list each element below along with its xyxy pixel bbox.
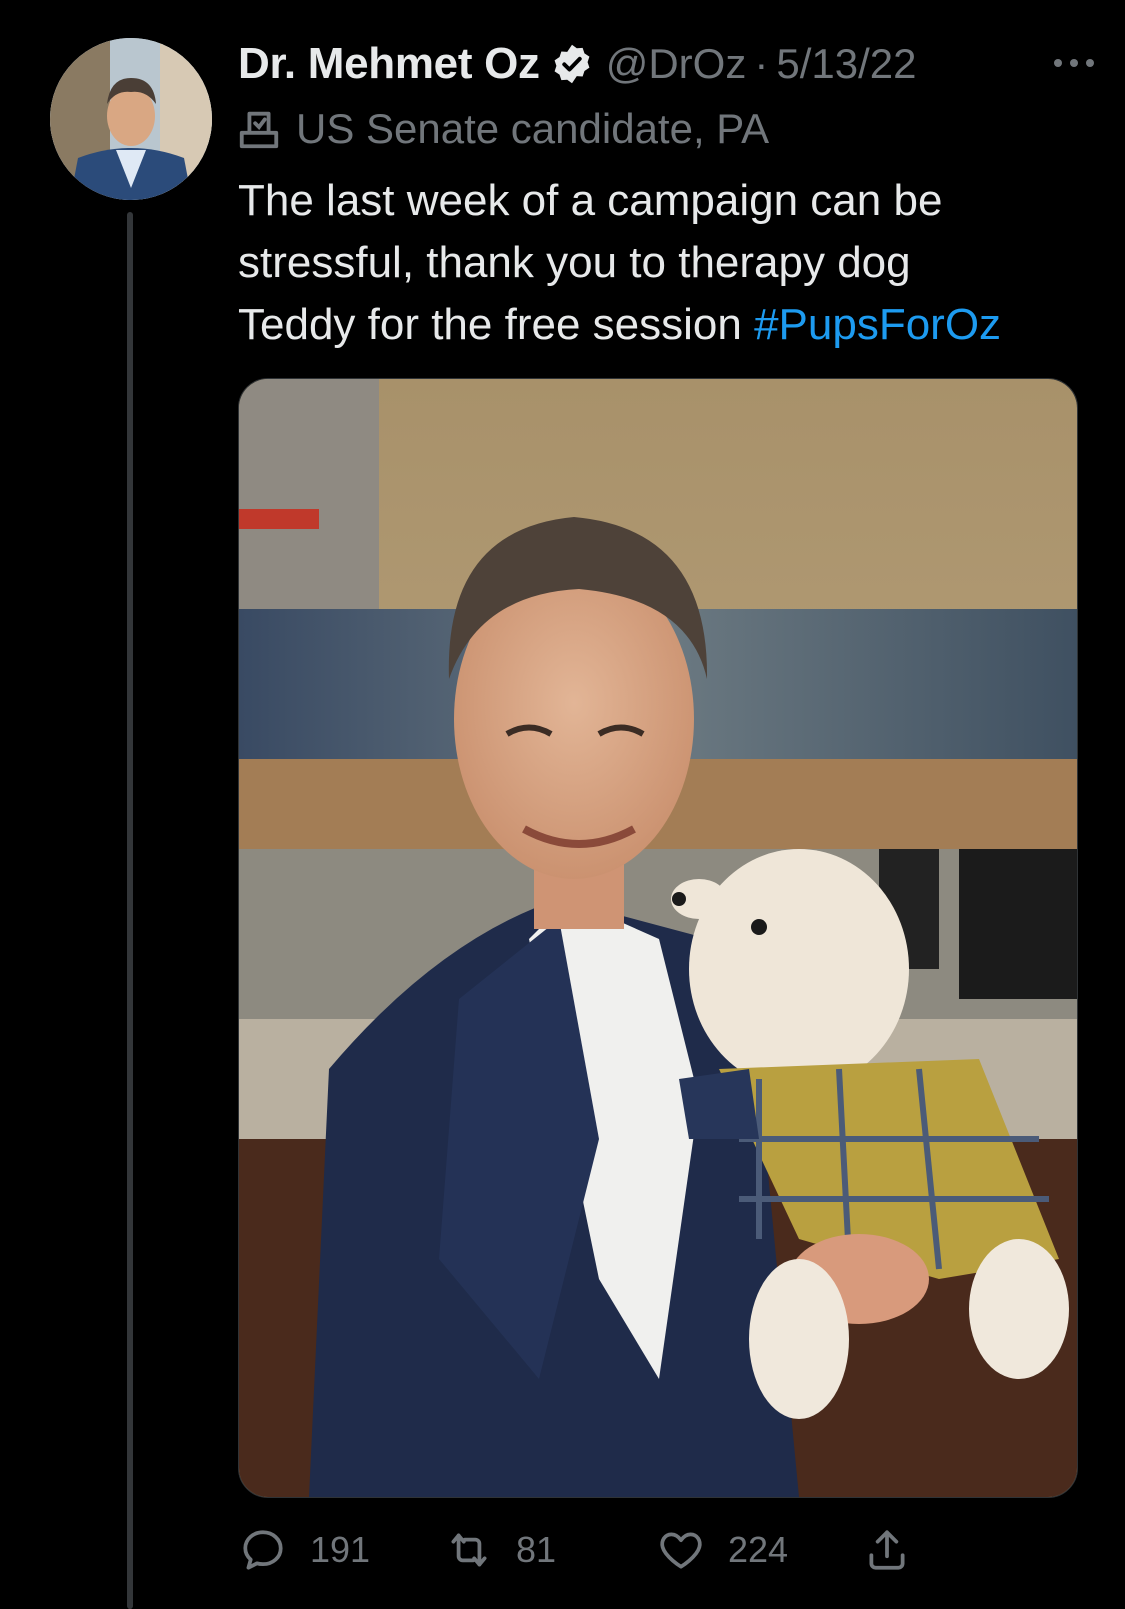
like-button[interactable]: 224	[656, 1520, 788, 1580]
avatar-photo	[50, 38, 212, 200]
tweet-text-line-3-plain: Teddy for the free session	[238, 300, 755, 349]
author-display-name[interactable]: Dr. Mehmet Oz	[238, 39, 540, 89]
candidate-label-text: US Senate candidate, PA	[296, 105, 770, 152]
verified-badge-icon	[550, 42, 594, 86]
avatar[interactable]	[50, 38, 212, 200]
tweet-text-line-2: stressful, thank you to therapy dog	[238, 238, 911, 287]
tweet-text-line-3: Teddy for the free session #PupsForOz	[238, 294, 1098, 356]
tweet-text-line-1: The last week of a campaign can be	[238, 176, 943, 225]
thread-connector-line	[127, 212, 133, 1609]
tweet-body: The last week of a campaign can be stres…	[238, 170, 1098, 356]
retweet-icon	[451, 1533, 487, 1567]
author-handle[interactable]: @DrOz	[606, 40, 747, 88]
tweet-date[interactable]: 5/13/22	[776, 40, 916, 88]
tweet-photo	[239, 379, 1077, 1497]
meta-separator: ·	[754, 40, 769, 87]
retweet-button[interactable]: 81	[444, 1520, 556, 1580]
tweet-actions-bar: 191 81 224	[238, 1520, 1098, 1580]
reply-count: 191	[310, 1529, 371, 1570]
reply-icon	[243, 1530, 283, 1570]
share-icon	[869, 1530, 905, 1570]
tweet-media-image[interactable]	[238, 378, 1078, 1498]
heart-icon	[660, 1532, 702, 1569]
more-options-icon[interactable]	[1050, 48, 1098, 78]
reply-button[interactable]: 191	[238, 1520, 370, 1580]
tweet-header: Dr. Mehmet Oz @DrOz · 5/13/22	[238, 34, 1098, 94]
affiliation-label: US Senate candidate, PA	[236, 102, 769, 156]
retweet-count: 81	[516, 1529, 557, 1570]
share-button[interactable]	[862, 1520, 912, 1580]
ballot-box-icon	[236, 106, 282, 152]
like-count: 224	[728, 1529, 789, 1570]
hashtag-link[interactable]: #PupsForOz	[754, 300, 1001, 349]
